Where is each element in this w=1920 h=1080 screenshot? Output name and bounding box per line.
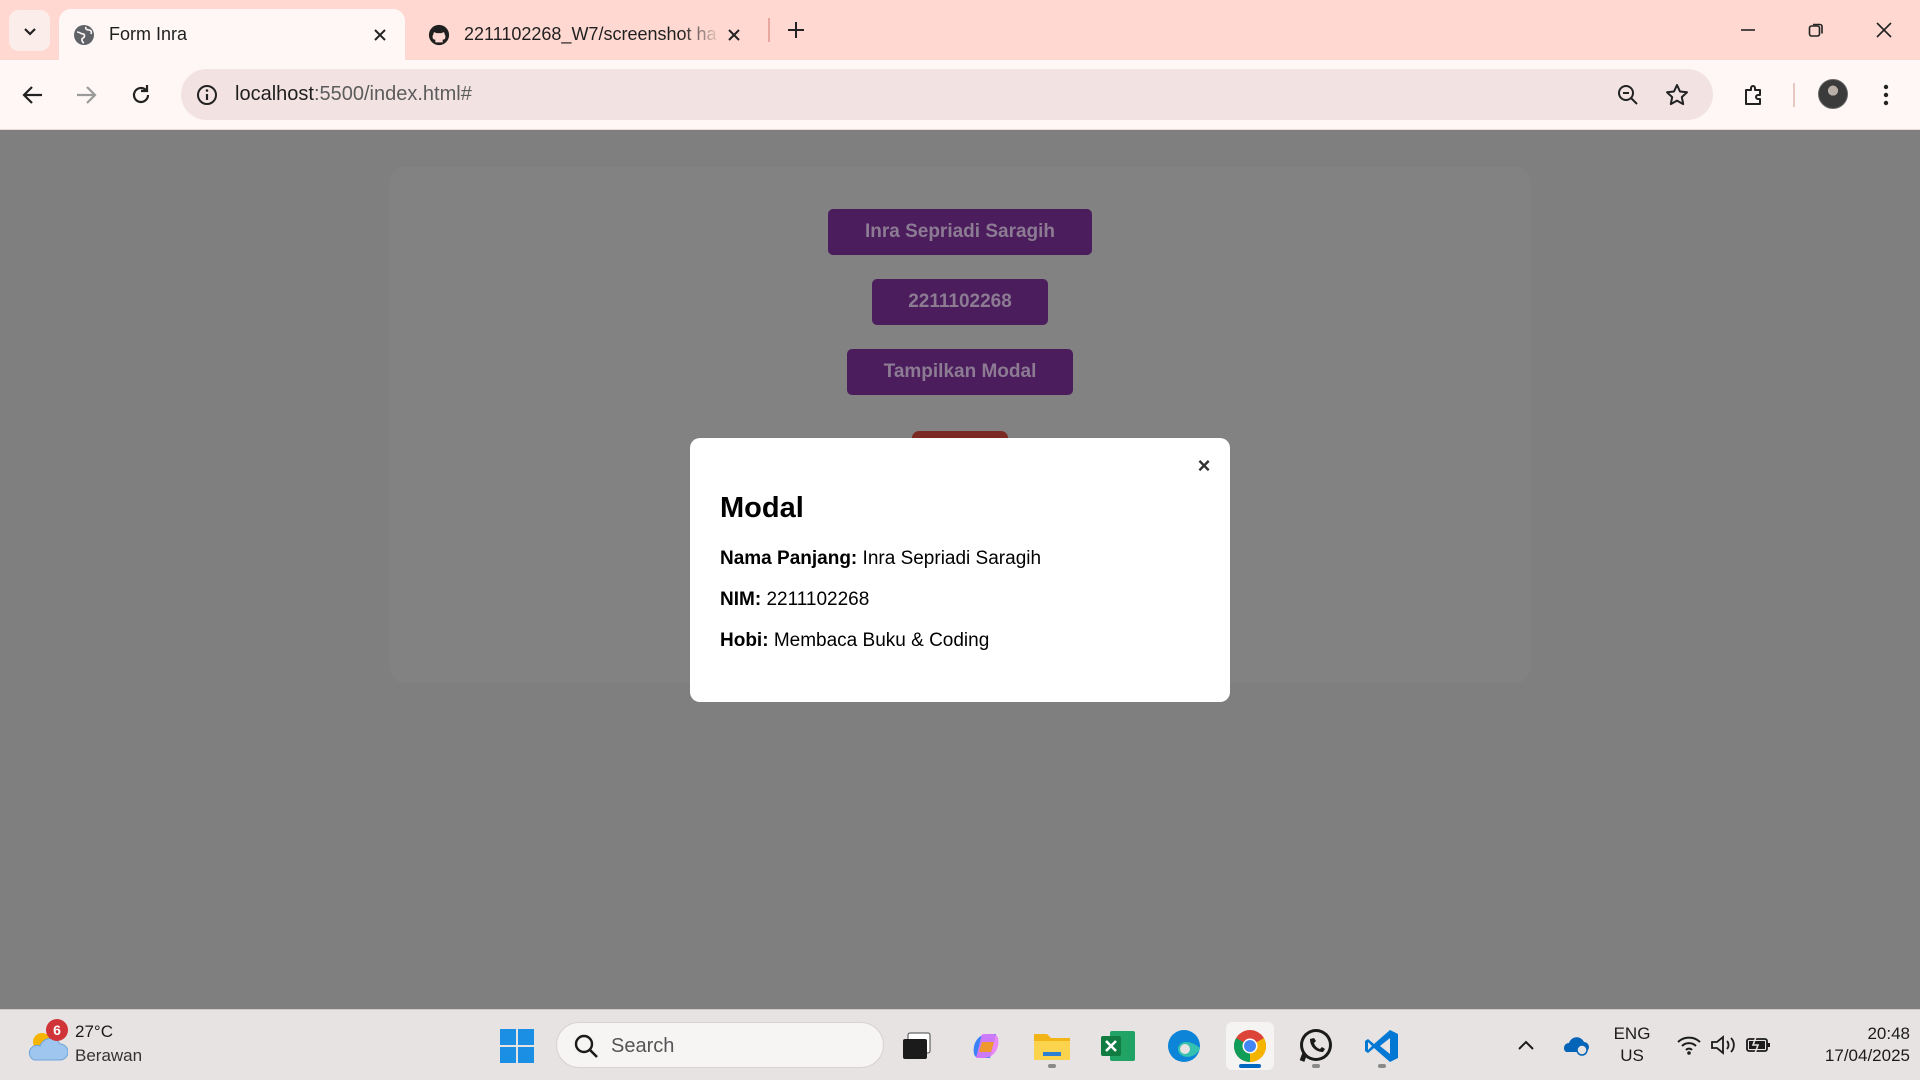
chevron-up-icon: [1518, 1040, 1534, 1050]
chrome-menu-button[interactable]: [1866, 75, 1906, 115]
toolbar-divider: [1793, 83, 1795, 107]
onedrive-icon[interactable]: [1560, 1030, 1590, 1060]
minimize-button[interactable]: [1730, 12, 1766, 48]
modal-close-icon[interactable]: ×: [1192, 453, 1216, 478]
weather-temperature[interactable]: 27°C: [75, 1022, 113, 1042]
close-window-button[interactable]: [1866, 12, 1902, 48]
modal-title: Modal: [720, 492, 804, 524]
row-label: Nama Panjang:: [720, 548, 858, 569]
restore-button[interactable]: [1798, 12, 1834, 48]
arrow-right-icon: [77, 86, 97, 104]
back-button[interactable]: [13, 75, 53, 115]
weather-description[interactable]: Berawan: [75, 1046, 142, 1066]
row-value: 2211102268: [766, 589, 870, 610]
running-indicator: [1048, 1064, 1056, 1068]
search-placeholder: Search: [611, 1035, 675, 1057]
url-text: localhost:5500/index.html#: [235, 83, 472, 106]
running-indicator: [1312, 1064, 1320, 1068]
lang-line1: ENG: [1613, 1024, 1651, 1043]
zoom-icon[interactable]: [1613, 80, 1643, 110]
edge-icon: [1168, 1030, 1200, 1062]
close-icon: [1876, 22, 1892, 38]
row-label: NIM:: [720, 589, 762, 610]
nim-button[interactable]: 2211102268: [872, 279, 1048, 325]
copilot-app[interactable]: [962, 1022, 1010, 1070]
whatsapp-app[interactable]: [1292, 1022, 1340, 1070]
chrome-icon: [1233, 1030, 1267, 1062]
running-indicator: [1378, 1064, 1386, 1068]
tab-divider: [768, 18, 770, 42]
site-info-icon[interactable]: [193, 81, 221, 109]
tab-strip: Form Inra 2211102268_W7/screenshot ha: [0, 0, 1920, 60]
puzzle-icon: [1745, 85, 1761, 105]
close-tab-icon[interactable]: [367, 22, 393, 48]
chevron-down-icon: [23, 27, 36, 36]
modal-row-nim: NIM: 2211102268: [720, 589, 869, 611]
tab-title: Form Inra: [109, 24, 188, 44]
search-icon: [574, 1034, 598, 1058]
show-modal-button[interactable]: Tampilkan Modal: [847, 349, 1073, 395]
profile-avatar[interactable]: [1818, 79, 1848, 109]
whatsapp-icon: [1299, 1029, 1332, 1062]
tab-form-inra[interactable]: Form Inra: [59, 9, 405, 60]
start-button[interactable]: [493, 1022, 541, 1070]
row-value: Membaca Buku & Coding: [773, 630, 990, 651]
tray-overflow-button[interactable]: [1511, 1030, 1541, 1060]
task-view-icon: [903, 1032, 931, 1059]
copilot-icon: [973, 1034, 999, 1058]
url-path: :5500/index.html#: [313, 83, 472, 105]
extensions-button[interactable]: [1734, 75, 1774, 115]
folder-icon: [1034, 1034, 1070, 1060]
row-label: Hobi:: [720, 630, 769, 651]
bookmark-star-icon[interactable]: [1662, 80, 1692, 110]
vscode-icon: [1365, 1030, 1398, 1062]
tab-title: 2211102268_W7/screenshot ha: [464, 24, 717, 44]
running-indicator: [1239, 1064, 1261, 1068]
close-tab-icon[interactable]: [721, 22, 747, 48]
tab-github[interactable]: 2211102268_W7/screenshot ha: [414, 9, 759, 60]
input-language[interactable]: ENG US: [1612, 1023, 1652, 1067]
page-backdrop: Inra Sepriadi Saragih 2211102268 Tampilk…: [0, 131, 1920, 1009]
minimize-icon: [1741, 29, 1755, 31]
taskbar-search[interactable]: Search: [556, 1022, 884, 1068]
reload-icon: [132, 85, 150, 104]
wifi-icon[interactable]: [1674, 1030, 1704, 1060]
plus-icon: [788, 22, 804, 38]
windows-logo-icon: [500, 1029, 534, 1063]
new-tab-button[interactable]: [780, 14, 812, 46]
url-host: localhost: [235, 83, 314, 105]
modal-row-hobby: Hobi: Membaca Buku & Coding: [720, 630, 989, 652]
edge-app[interactable]: [1160, 1022, 1208, 1070]
system-clock[interactable]: 20:48 17/04/2025: [1790, 1023, 1910, 1067]
taskbar: 6 27°C Berawan Search ENG US 20:48 17/04…: [0, 1009, 1920, 1080]
name-button[interactable]: Inra Sepriadi Saragih: [828, 209, 1092, 255]
weather-badge: 6: [46, 1019, 68, 1041]
modal-dialog: × Modal Nama Panjang: Inra Sepriadi Sara…: [690, 438, 1230, 702]
excel-icon: [1101, 1031, 1135, 1061]
arrow-left-icon: [22, 86, 42, 104]
more-vertical-icon: [1883, 84, 1889, 106]
forward-button[interactable]: [66, 75, 106, 115]
restore-icon: [1808, 23, 1823, 37]
globe-icon: [73, 24, 95, 46]
tab-search-button[interactable]: [9, 10, 50, 51]
reload-button[interactable]: [121, 75, 161, 115]
task-view-button[interactable]: [893, 1022, 941, 1070]
browser-toolbar: localhost:5500/index.html#: [0, 60, 1920, 130]
modal-row-name: Nama Panjang: Inra Sepriadi Saragih: [720, 548, 1041, 570]
volume-icon[interactable]: [1709, 1030, 1739, 1060]
lang-line2: US: [1620, 1046, 1644, 1065]
row-value: Inra Sepriadi Saragih: [862, 548, 1042, 569]
clock-date: 17/04/2025: [1824, 1046, 1910, 1065]
clock-time: 20:48: [1867, 1024, 1910, 1043]
excel-app[interactable]: [1094, 1022, 1142, 1070]
github-icon: [428, 24, 450, 46]
vscode-app[interactable]: [1358, 1022, 1406, 1070]
battery-icon[interactable]: [1744, 1030, 1774, 1060]
address-bar[interactable]: localhost:5500/index.html#: [181, 69, 1713, 120]
chrome-app[interactable]: [1226, 1022, 1274, 1070]
file-explorer-app[interactable]: [1028, 1022, 1076, 1070]
